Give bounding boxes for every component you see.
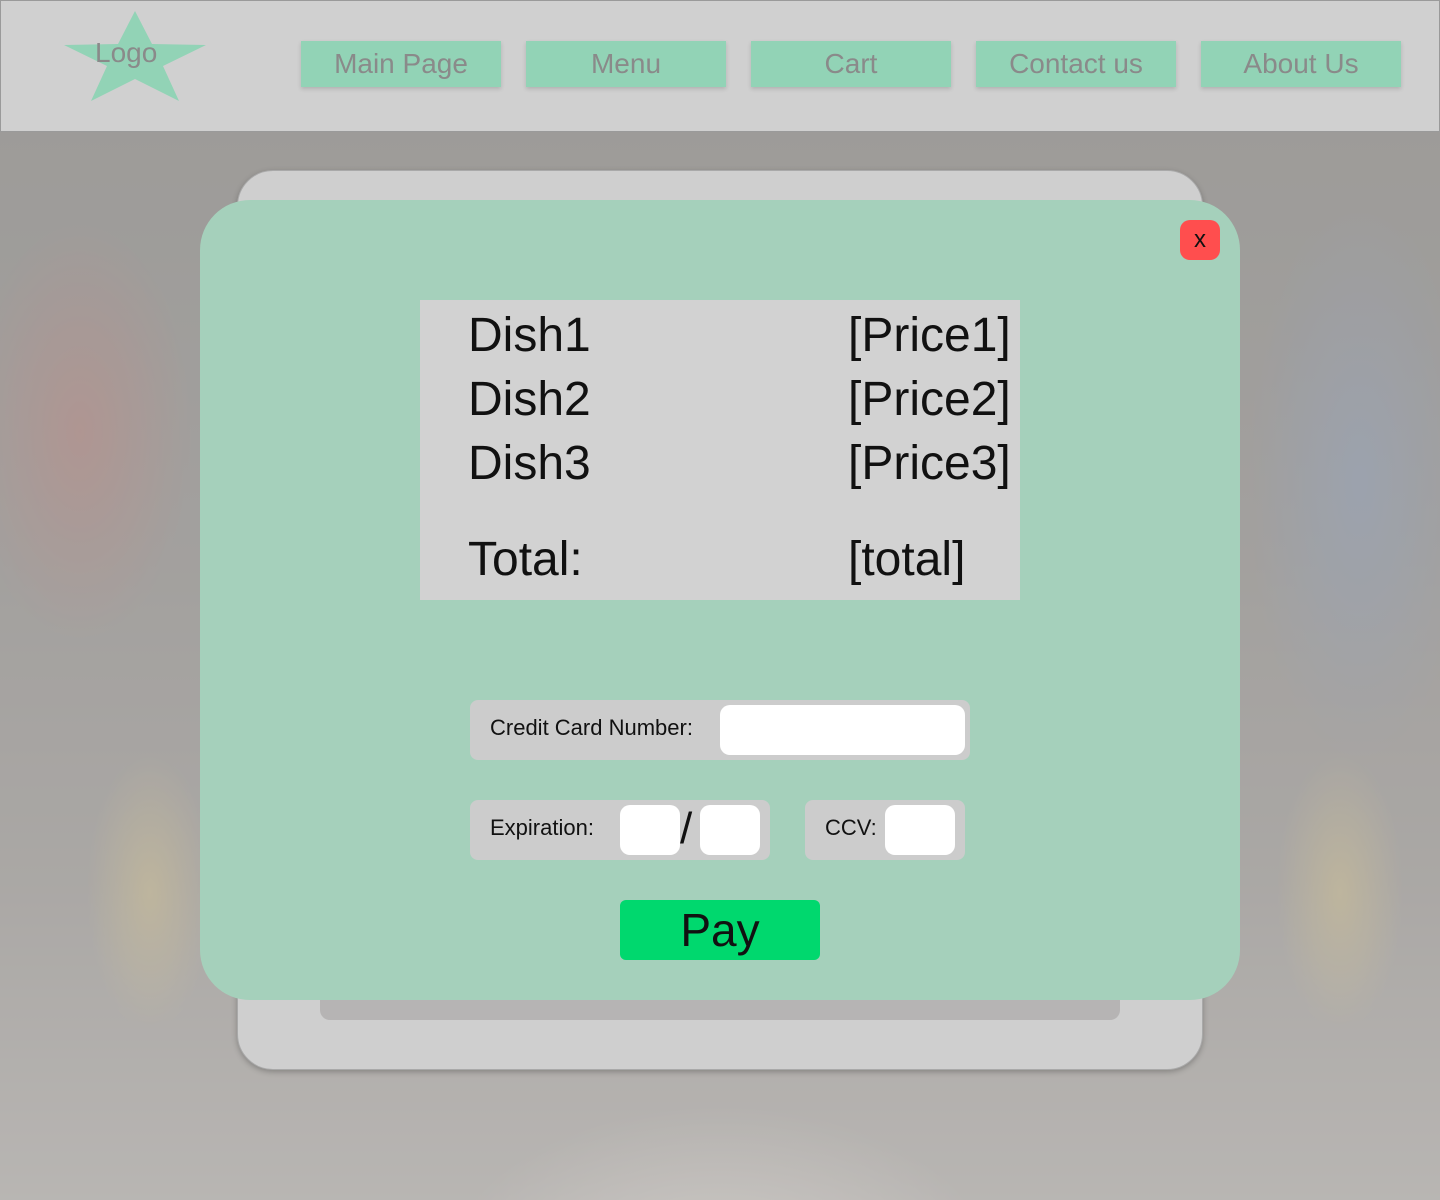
expiration-label: Expiration:	[490, 815, 594, 840]
dish-price: [Price3]	[848, 437, 1011, 490]
close-button[interactable]: x	[1180, 220, 1220, 260]
expiration-separator: /	[680, 804, 693, 853]
expiration-group: Expiration: /	[470, 800, 770, 860]
dish-price: [Price1]	[848, 309, 1011, 362]
order-item: Dish1 [Price1]	[420, 304, 1020, 368]
dish-name: Dish3	[468, 437, 591, 490]
expiration-year-input[interactable]	[700, 805, 760, 855]
nav-menu-button[interactable]: Menu	[526, 41, 726, 87]
dish-name: Dish1	[468, 309, 591, 362]
order-item: Dish3 [Price3]	[420, 432, 1020, 496]
nav-main-page-button[interactable]: Main Page	[301, 41, 501, 87]
dish-price: [Price2]	[848, 373, 1011, 426]
logo[interactable]: Logo	[63, 11, 209, 103]
ccv-group: CCV:	[805, 800, 965, 860]
pay-button[interactable]: Pay	[620, 900, 820, 960]
logo-text: Logo	[95, 37, 158, 68]
card-number-group: Credit Card Number:	[470, 700, 970, 760]
nav-contact-us-button[interactable]: Contact us	[976, 41, 1176, 87]
total-label: Total:	[468, 533, 583, 586]
site-header: Logo Main Page Menu Cart Contact us Abou…	[0, 0, 1440, 132]
card-number-input[interactable]	[720, 705, 965, 755]
nav-about-us-button[interactable]: About Us	[1201, 41, 1401, 87]
expiration-month-input[interactable]	[620, 805, 680, 855]
checkout-modal: x Dish1 [Price1] Dish2 [Price2] Dish3 [P…	[200, 200, 1240, 1000]
order-item: Dish2 [Price2]	[420, 368, 1020, 432]
ccv-label: CCV:	[825, 815, 877, 840]
dish-name: Dish2	[468, 373, 591, 426]
nav-cart-button[interactable]: Cart	[751, 41, 951, 87]
order-total: Total: [total]	[420, 528, 1020, 592]
total-value: [total]	[848, 533, 966, 586]
order-summary: Dish1 [Price1] Dish2 [Price2] Dish3 [Pri…	[420, 300, 1020, 600]
card-number-label: Credit Card Number:	[490, 715, 693, 740]
ccv-input[interactable]	[885, 805, 955, 855]
